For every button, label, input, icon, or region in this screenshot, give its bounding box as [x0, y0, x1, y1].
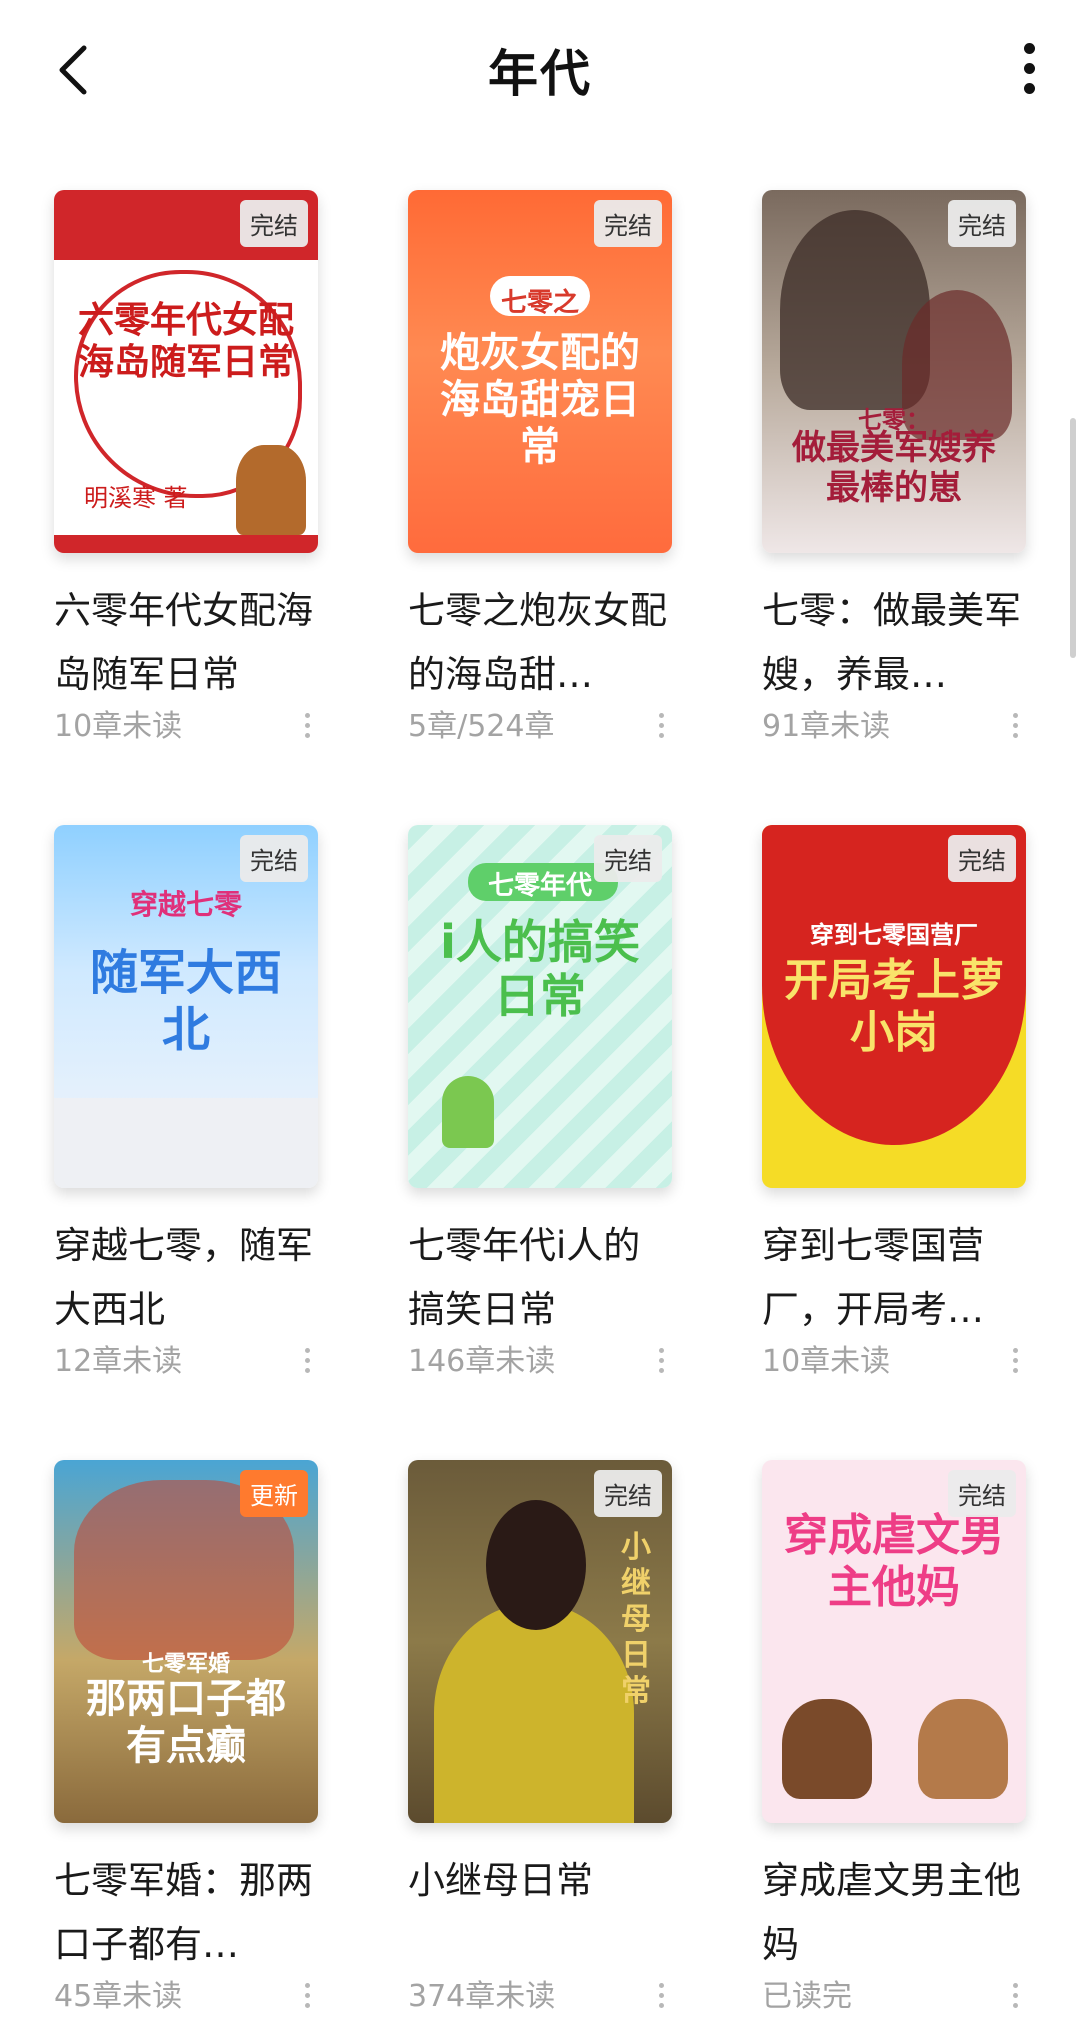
cover-illustration	[236, 445, 306, 535]
status-badge: 完结	[240, 835, 308, 882]
cover-subtitle: 穿越七零	[129, 888, 242, 921]
cover-title: 随军大西北	[89, 945, 282, 1058]
book-grid: 六零年代女配海岛随军日常 明溪寒 著 完结 六零年代女配海岛随军日常 10章未读…	[0, 0, 1080, 2016]
book-meta: 91章未读	[762, 707, 1026, 747]
cactus-illustration	[442, 1076, 494, 1148]
book-title[interactable]: 穿成虐文男主他妈	[762, 1849, 1026, 1977]
book-meta: 10章未读	[54, 707, 318, 747]
cover-illustration	[782, 1699, 872, 1799]
status-badge: 完结	[240, 200, 308, 247]
book-title[interactable]: 小继母日常	[408, 1849, 672, 1977]
book-menu-icon[interactable]	[1010, 1348, 1020, 1373]
reading-progress: 374章未读	[408, 1979, 556, 2014]
cover-illustration	[54, 1098, 318, 1188]
status-badge: 完结	[594, 1470, 662, 1517]
reading-progress: 45章未读	[54, 1979, 183, 2014]
book-card[interactable]: 七零之 炮灰女配的海岛甜宠日常 完结 七零之炮灰女配的海岛甜… 5章/524章	[408, 190, 672, 747]
reading-progress: 10章未读	[54, 709, 183, 744]
book-title[interactable]: 七零年代i人的搞笑日常	[408, 1214, 672, 1342]
book-card[interactable]: 七零： 做最美军嫂养最棒的崽 完结 七零：做最美军嫂，养最… 91章未读	[762, 190, 1026, 747]
reading-progress: 已读完	[762, 1979, 852, 2014]
status-badge: 完结	[594, 835, 662, 882]
book-cover[interactable]: 七零： 做最美军嫂养最棒的崽 完结	[762, 190, 1026, 553]
book-title[interactable]: 穿越七零，随军大西北	[54, 1214, 318, 1342]
status-badge: 完结	[948, 1470, 1016, 1517]
book-menu-icon[interactable]	[656, 1983, 666, 2008]
cover-illustration	[434, 1603, 634, 1823]
status-badge: 完结	[948, 200, 1016, 247]
book-meta: 5章/524章	[408, 707, 672, 747]
book-card[interactable]: 六零年代女配海岛随军日常 明溪寒 著 完结 六零年代女配海岛随军日常 10章未读	[54, 190, 318, 747]
book-meta: 45章未读	[54, 1977, 318, 2017]
book-meta: 146章未读	[408, 1342, 672, 1382]
book-menu-icon[interactable]	[1010, 713, 1020, 738]
cover-illustration	[486, 1500, 586, 1630]
book-title[interactable]: 七零军婚：那两口子都有…	[54, 1849, 318, 1977]
book-title[interactable]: 穿到七零国营厂，开局考…	[762, 1214, 1026, 1342]
cover-subtitle: 七零军婚	[141, 1652, 230, 1677]
cover-subtitle: 穿到七零国营厂	[810, 921, 978, 949]
book-meta: 已读完	[762, 1977, 1026, 2017]
book-menu-icon[interactable]	[302, 1348, 312, 1373]
cover-title: 炮灰女配的海岛甜宠日常	[440, 330, 640, 471]
status-badge: 完结	[594, 200, 662, 247]
cover-title: 穿成虐文男主他妈	[784, 1510, 1004, 1613]
book-menu-icon[interactable]	[302, 1983, 312, 2008]
book-card[interactable]: 七零年代 i人的搞笑日常 完结 七零年代i人的搞笑日常 146章未读	[408, 825, 672, 1382]
book-cover[interactable]: 六零年代女配海岛随军日常 明溪寒 著 完结	[54, 190, 318, 553]
book-title[interactable]: 七零：做最美军嫂，养最…	[762, 579, 1026, 707]
cover-title: i人的搞笑日常	[440, 915, 640, 1024]
reading-progress: 146章未读	[408, 1344, 556, 1379]
cover-illustration	[918, 1699, 1008, 1799]
book-cover[interactable]: 穿到七零国营厂 开局考上萝小岗 完结	[762, 825, 1026, 1188]
cover-title: 开局考上萝小岗	[784, 955, 1004, 1058]
book-meta: 374章未读	[408, 1977, 672, 2017]
status-badge: 更新	[240, 1470, 308, 1517]
cover-strip	[54, 535, 318, 553]
cover-title: 那两口子都有点癫	[86, 1676, 286, 1770]
book-card[interactable]: 穿成虐文男主他妈 完结 穿成虐文男主他妈 已读完	[762, 1460, 1026, 2017]
cover-subtitle: 七零之	[500, 288, 579, 318]
book-cover[interactable]: 七零之 炮灰女配的海岛甜宠日常 完结	[408, 190, 672, 553]
cover-title: 小继母日常	[621, 1530, 651, 1709]
book-menu-icon[interactable]	[302, 713, 312, 738]
book-cover[interactable]: 穿成虐文男主他妈 完结	[762, 1460, 1026, 1823]
book-menu-icon[interactable]	[656, 1348, 666, 1373]
reading-progress: 10章未读	[762, 1344, 891, 1379]
book-card[interactable]: 小继母日常 完结 小继母日常 374章未读	[408, 1460, 672, 2017]
reading-progress: 91章未读	[762, 709, 891, 744]
reading-progress: 12章未读	[54, 1344, 183, 1379]
book-menu-icon[interactable]	[656, 713, 666, 738]
book-cover[interactable]: 七零军婚 那两口子都有点癫 更新	[54, 1460, 318, 1823]
book-title[interactable]: 七零之炮灰女配的海岛甜…	[408, 579, 672, 707]
book-meta: 12章未读	[54, 1342, 318, 1382]
book-cover[interactable]: 穿越七零 随军大西北 完结	[54, 825, 318, 1188]
book-card[interactable]: 穿到七零国营厂 开局考上萝小岗 完结 穿到七零国营厂，开局考… 10章未读	[762, 825, 1026, 1382]
status-badge: 完结	[948, 835, 1016, 882]
book-card[interactable]: 七零军婚 那两口子都有点癫 更新 七零军婚：那两口子都有… 45章未读	[54, 1460, 318, 2017]
reading-progress: 5章/524章	[408, 709, 555, 744]
book-menu-icon[interactable]	[1010, 1983, 1020, 2008]
book-card[interactable]: 穿越七零 随军大西北 完结 穿越七零，随军大西北 12章未读	[54, 825, 318, 1382]
book-title[interactable]: 六零年代女配海岛随军日常	[54, 579, 318, 707]
cover-title: 做最美军嫂养最棒的崽	[792, 428, 996, 509]
book-meta: 10章未读	[762, 1342, 1026, 1382]
book-cover[interactable]: 小继母日常 完结	[408, 1460, 672, 1823]
cover-title: 六零年代女配海岛随军日常	[77, 300, 294, 384]
book-cover[interactable]: 七零年代 i人的搞笑日常 完结	[408, 825, 672, 1188]
